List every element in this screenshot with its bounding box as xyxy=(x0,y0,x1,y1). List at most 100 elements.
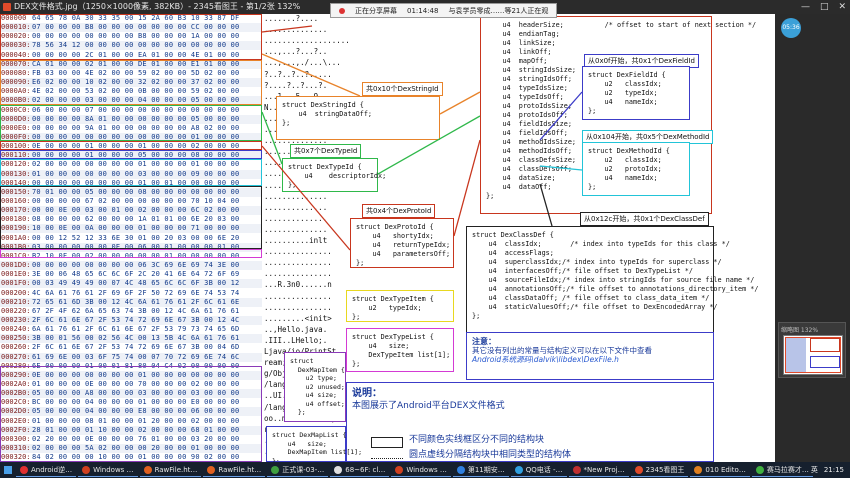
hex-bytes: CA 01 00 00 02 01 00 00 DE 01 00 00 E1 0… xyxy=(32,59,240,68)
hex-address: 000070: xyxy=(1,59,31,68)
hex-bytes: 84 02 00 00 00 10 00 00 01 00 00 00 90 0… xyxy=(32,453,240,462)
ascii-row: ..,Hello.java. xyxy=(264,324,328,334)
hex-address: 000170: xyxy=(1,206,31,215)
string-ids-label: 共0x10个DexStringId xyxy=(362,82,443,96)
dex-method-id-struct: struct DexMethodId { u2 classIdx; u2 pro… xyxy=(582,142,690,196)
hex-row: 000270: 61 69 6E 00 03 6F 75 74 00 07 70 … xyxy=(0,352,262,362)
app-icon xyxy=(207,465,216,474)
taskbar-app-button[interactable]: 第11期安… xyxy=(452,463,509,477)
hex-bytes: 00 00 00 00 01 00 00 00 05 00 00 00 08 0… xyxy=(32,151,240,160)
hex-address: 000030: xyxy=(1,41,31,50)
hex-bytes: 4E 02 00 00 53 02 00 00 0B 00 00 00 59 0… xyxy=(32,87,240,96)
hex-bytes: 0E 00 00 00 01 00 00 00 01 00 00 00 02 0… xyxy=(32,142,240,151)
close-icon[interactable]: ✕ xyxy=(838,0,846,14)
app-icon xyxy=(334,465,343,474)
note-title: 注意： xyxy=(472,337,496,346)
hex-bytes: 00 00 0E 00 03 00 01 00 02 00 00 00 6C 0… xyxy=(32,206,240,215)
hex-bytes: 00 00 00 00 00 00 00 00 06 3C 69 6E 69 7… xyxy=(32,261,240,270)
clock[interactable]: 21:15 xyxy=(824,466,844,474)
taskbar-app-button[interactable]: 68~6F: cl… xyxy=(330,463,390,477)
taskbar-app-button[interactable]: 010 Edito… xyxy=(690,463,750,477)
maximize-icon[interactable]: □ xyxy=(820,0,829,14)
taskbar-app-button[interactable]: 赛马拉赛才… xyxy=(751,463,813,477)
minimize-icon[interactable]: — xyxy=(801,0,810,14)
hex-address: 000260: xyxy=(1,343,31,352)
dex-type-list-struct: struct DexTypeList { u4 size; DexTypeIte… xyxy=(346,328,454,372)
hex-row: 0001D0: 00 00 00 00 00 00 00 00 06 3C 69 … xyxy=(0,261,262,271)
thumbnail-navigator[interactable]: 缩略图 132% xyxy=(778,322,846,378)
hex-bytes: 4C 6A 61 76 61 2F 69 6F 2F 50 72 69 6E 7… xyxy=(32,288,240,297)
hex-address: 000250: xyxy=(1,334,31,343)
taskbar-app-button[interactable]: Windows … xyxy=(78,463,138,477)
hex-address: 0001E0: xyxy=(1,270,31,279)
hex-bytes: 3B 00 01 56 00 02 56 4C 00 13 5B 4C 6A 6… xyxy=(32,334,240,343)
hex-address: 000180: xyxy=(1,215,31,224)
ascii-row: ...,...,./...\... xyxy=(264,58,341,68)
dex-map-list-struct: struct DexMapList { u4 size; DexMapItem … xyxy=(266,426,362,462)
hex-bytes: 2F 6C 61 6E 67 2F 53 74 72 69 6E 67 3B 0… xyxy=(32,343,240,352)
ascii-row: .........<init> xyxy=(264,313,332,323)
hex-row: 000180: 08 00 00 00 62 00 00 00 1A 01 01 … xyxy=(0,215,262,224)
hex-bytes: 00 00 12 52 12 33 6E 30 01 00 20 03 00 0… xyxy=(32,233,240,242)
hex-address: 000140: xyxy=(1,178,31,187)
hex-address: 000230: xyxy=(1,315,31,324)
dotted-line-sample xyxy=(371,458,403,459)
hex-bytes: 01 00 00 00 0E 00 00 00 70 00 00 00 02 0… xyxy=(32,380,240,388)
hex-address: 000090: xyxy=(1,78,31,87)
hex-address: 0001F0: xyxy=(1,279,31,288)
thumbnail-image[interactable] xyxy=(783,335,843,375)
hex-address: 0000D0: xyxy=(1,114,31,123)
taskbar-app-label: RawFile.ht… xyxy=(154,465,198,474)
hex-address: 0000F0: xyxy=(1,132,31,141)
ascii-row: .............. xyxy=(264,213,328,223)
hex-row: 0002B0: 05 00 00 00 A8 00 00 00 03 00 00 … xyxy=(0,389,262,399)
start-button[interactable] xyxy=(0,462,16,478)
screen-share-bar[interactable]: 正在分享屏幕 01:14:48 与袁学员零成……等21人正在观 xyxy=(330,3,558,18)
dex-type-id-struct: struct DexTypeId { u4 descriptorIdx; }; xyxy=(282,158,386,192)
hex-bytes: FB 03 00 00 4E 02 00 00 59 02 00 00 5D 0… xyxy=(32,68,240,77)
window-controls: — □ ✕ xyxy=(801,0,846,14)
hex-bytes: 00 03 49 49 49 00 07 4C 48 65 6C 6C 6F 3… xyxy=(32,279,240,288)
hex-address: 000310: xyxy=(1,444,31,453)
hex-bytes: 6E 00 00 00 01 00 01 81 80 04 C4 02 00 0… xyxy=(32,361,240,370)
hex-bytes: 78 56 34 12 00 00 00 00 00 00 00 00 00 0… xyxy=(32,41,240,50)
ascii-row: .............. xyxy=(264,25,328,35)
taskbar-app-button[interactable]: 正式课-03-… xyxy=(267,463,329,477)
input-method-indicator[interactable]: 英 xyxy=(811,465,818,475)
hex-bytes: 05 00 00 00 04 00 00 00 E8 00 00 00 06 0… xyxy=(32,407,240,416)
hex-row: 000010: 07 00 00 00 B8 00 00 00 00 00 00 … xyxy=(0,23,262,33)
hex-bytes: 61 69 6E 00 03 6F 75 74 00 07 70 72 69 6… xyxy=(32,352,240,361)
app-icon xyxy=(572,465,581,474)
hex-row: 000220: 67 2F 4F 62 6A 65 63 74 3B 00 12 … xyxy=(0,307,262,316)
class-defs-label: 从0x12c开始，共0x1个DexClassDef xyxy=(580,212,709,226)
hex-address: 000270: xyxy=(1,352,31,361)
hex-bytes: 05 00 00 00 A8 00 00 00 03 00 00 00 03 0… xyxy=(32,389,240,398)
dex-map-item-struct: struct DexMapItem { u2 type; u2 unused; … xyxy=(284,352,346,422)
taskbar-app-label: Android逆… xyxy=(31,465,73,474)
hex-address: 0002E0: xyxy=(1,416,31,425)
taskbar-app-button[interactable]: *New Proj… xyxy=(568,463,629,477)
taskbar-app-button[interactable]: Android逆… xyxy=(16,463,77,477)
taskbar-app-button[interactable]: QQ电话 -… xyxy=(510,463,567,477)
dex-class-def-struct: struct DexClassDef { u4 classIdx; /* ind… xyxy=(466,226,758,334)
share-status: 正在分享屏幕 xyxy=(355,6,397,15)
legend-item-dotted: 圆点虚线分隔结构块中相同类型的结构体 xyxy=(409,450,572,460)
hex-row: 000100: 0E 00 00 00 01 00 00 00 01 00 00 … xyxy=(0,142,262,151)
presenter-avatar[interactable]: 05:36 xyxy=(781,18,801,38)
system-tray: 英 21:15 xyxy=(811,462,844,478)
ascii-row: .............. xyxy=(264,224,328,234)
taskbar-app-button[interactable]: RawFile.ht… xyxy=(139,463,202,477)
hex-row: 000210: 72 65 61 6D 3B 00 12 4C 6A 61 76 … xyxy=(0,297,262,307)
hex-row: 0001A0: 00 00 12 52 12 33 6E 30 01 00 20 … xyxy=(0,234,262,243)
hex-row: 000020: 00 00 00 00 00 00 00 00 B8 00 00 … xyxy=(0,32,262,41)
hex-address: 000080: xyxy=(1,68,31,77)
hex-address: 000110: xyxy=(1,151,31,160)
hex-row: 000320: 84 02 00 00 00 10 00 00 01 00 00 … xyxy=(0,453,262,462)
legend-box: 说明： 本图展示了Android平台DEX文件格式 不同颜色实线框区分不同的结构… xyxy=(346,382,714,462)
taskbar-app-button[interactable]: 2345看图王 xyxy=(630,463,689,477)
taskbar-app-button[interactable]: Windows … xyxy=(391,463,451,477)
taskbar-app-button[interactable]: RawFile.ht… xyxy=(203,463,266,477)
hex-bytes: 72 65 61 6D 3B 00 12 4C 6A 61 76 61 2F 6… xyxy=(32,297,240,306)
app-icon xyxy=(82,465,91,474)
taskbar-app-label: QQ电话 -… xyxy=(525,465,563,474)
